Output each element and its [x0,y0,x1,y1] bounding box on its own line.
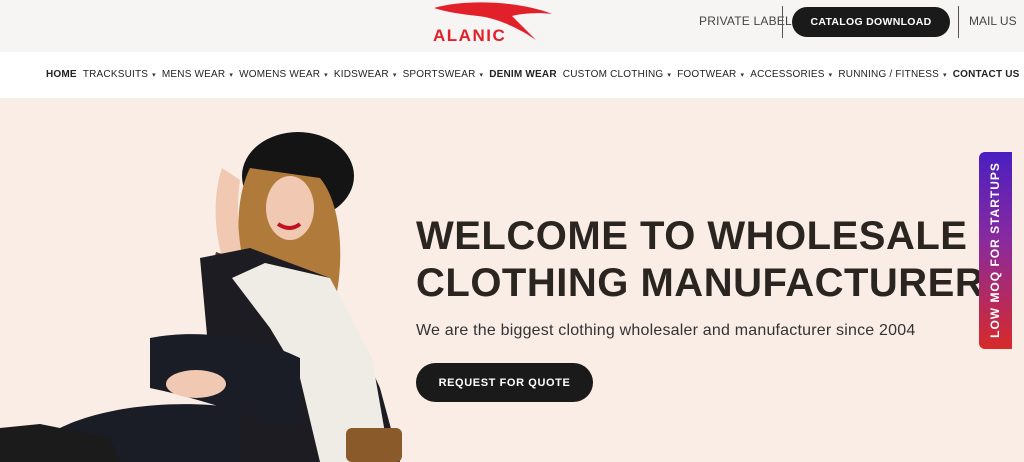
nav-item-home[interactable]: HOME [46,69,77,80]
request-quote-button[interactable]: REQUEST FOR QUOTE [416,363,593,402]
caret-down-icon: ▾ [229,71,234,79]
nav-item-label: SPORTSWEAR [402,69,476,80]
caret-down-icon: ▾ [324,71,328,79]
hero-title: WELCOME TO WHOLESALE CLOTHING MANUFACTUR… [416,213,996,307]
nav-item-label: MENS WEAR [161,69,226,80]
nav-item-label: FOOTWEAR [677,69,737,80]
logo-wordmark: ALANIC [433,26,507,45]
nav-item-accessories[interactable]: ACCESSORIES ▾ [750,69,832,80]
caret-down-icon: ▾ [740,71,745,79]
hero-banner: WELCOME TO WHOLESALE CLOTHING MANUFACTUR… [0,98,1024,462]
caret-down-icon: ▾ [392,71,397,79]
caret-down-icon: ▾ [667,71,672,79]
nav-item-label: RUNNING / FITNESS [838,69,940,80]
caret-down-icon: ▾ [479,71,484,79]
nav-item-contact-us[interactable]: CONTACT US [953,69,1020,80]
nav-item-label: WOMENS WEAR [239,69,321,80]
hero-title-line2: CLOTHING MANUFACTURER [416,261,985,305]
hero-subtitle: We are the biggest clothing wholesaler a… [416,322,916,339]
nav-item-custom-clothing[interactable]: CUSTOM CLOTHING ▾ [563,69,671,80]
private-label-link[interactable]: PRIVATE LABEL [699,14,792,28]
nav-list: HOME TRACKSUITS ▾ MENS WEAR ▾ WOMENS WEAR ▾ KID… [46,69,1024,80]
nav-item-mens-wear[interactable]: MENS WEAR ▾ [162,69,233,80]
nav-item-label: TRACKSUITS [82,69,149,80]
divider [958,6,959,38]
nav-item-label: ACCESSORIES [750,69,825,80]
nav-item-footwear[interactable]: FOOTWEAR ▾ [677,69,744,80]
model-photo [0,132,402,462]
nav-item-label: CUSTOM CLOTHING [562,69,664,80]
caret-down-icon: ▾ [943,71,947,79]
side-tab-label: LOW MOQ FOR STARTUPS [988,162,1002,338]
mail-us-link[interactable]: MAIL US [969,14,1017,28]
nav-item-label: HOME [46,69,77,80]
caret-down-icon: ▾ [152,71,156,79]
nav-item-kidswear[interactable]: KIDSWEAR ▾ [334,69,397,80]
catalog-download-button[interactable]: CATALOG DOWNLOAD [792,7,950,37]
nav-item-womens-wear[interactable]: WOMENS WEAR ▾ [239,69,328,80]
nav-item-label: CONTACT US [952,69,1020,80]
nav-item-sportswear[interactable]: SPORTSWEAR ▾ [403,69,484,80]
nav-item-running-fitness[interactable]: RUNNING / FITNESS ▾ [838,69,946,80]
nav-item-label: KIDSWEAR [333,69,389,80]
nav-item-label: DENIM WEAR [489,69,557,80]
nav-item-tracksuits[interactable]: TRACKSUITS ▾ [83,69,156,80]
nav-item-denim-wear[interactable]: DENIM WEAR [489,69,557,80]
low-moq-side-tab[interactable]: LOW MOQ FOR STARTUPS [979,152,1012,349]
caret-down-icon: ▾ [828,71,833,79]
hero-title-line1: WELCOME TO WHOLESALE [416,214,968,258]
main-nav: HOME TRACKSUITS ▾ MENS WEAR ▾ WOMENS WEAR ▾ KID… [0,52,1024,98]
alanic-logo[interactable]: ALANIC [428,0,558,46]
top-bar: ALANIC PRIVATE LABEL CATALOG DOWNLOAD MA… [0,0,1024,52]
divider [782,6,783,38]
